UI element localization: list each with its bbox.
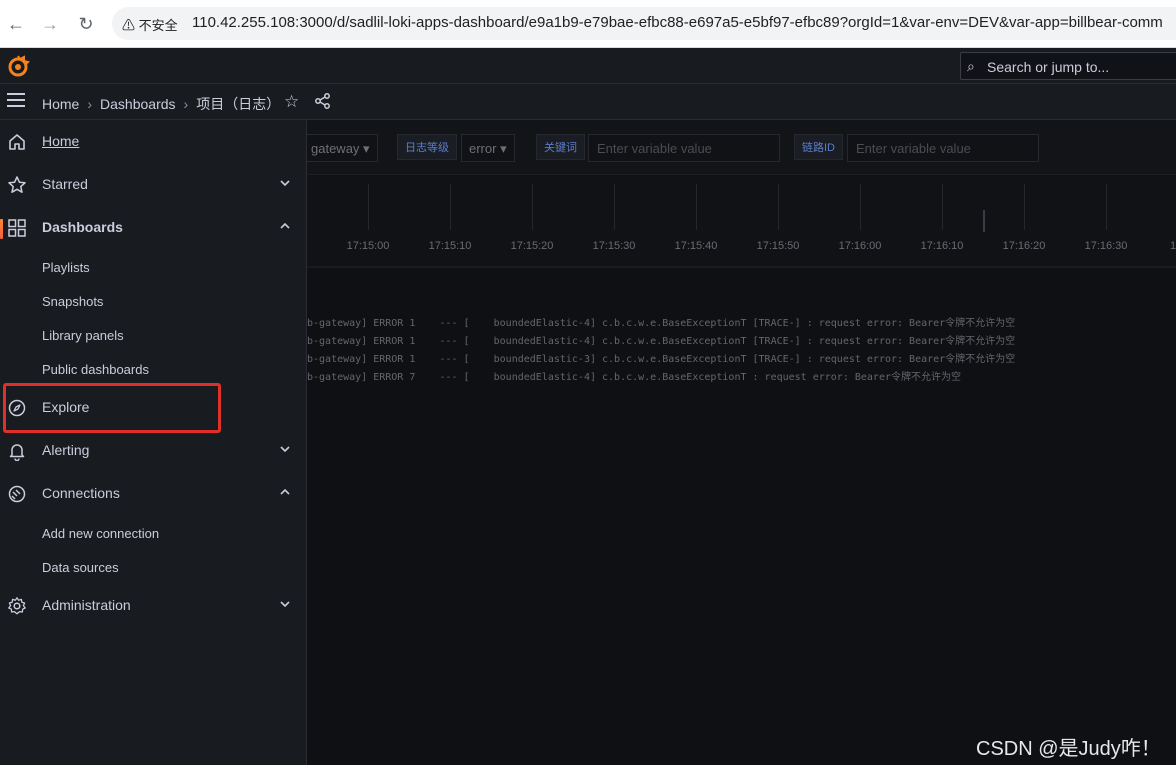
time-tick-label: 17:15:50 bbox=[756, 240, 800, 252]
breadcrumb: Home › Dashboards › 项目（日志） bbox=[42, 94, 280, 114]
watermark: CSDN @是Judy咋！ bbox=[976, 738, 1161, 760]
back-button[interactable]: ← bbox=[4, 12, 28, 36]
sidebar-menu: Home Starred Dashboards Playlists Snapsh… bbox=[0, 120, 307, 765]
active-indicator bbox=[0, 219, 3, 239]
level-variable-select[interactable]: error ▾ bbox=[461, 134, 515, 162]
breadcrumb-home[interactable]: Home bbox=[42, 96, 79, 112]
sidebar-item-label: Starred bbox=[42, 176, 88, 192]
search-box[interactable]: ⌕ Search or jump to... bbox=[960, 52, 1176, 80]
grid-line bbox=[942, 184, 943, 230]
time-tick-label: 17:16:00 bbox=[838, 240, 882, 252]
chevron-up-icon[interactable] bbox=[278, 219, 292, 233]
log-line[interactable]: b-gateway] ERROR 7 --- [ boundedElastic-… bbox=[307, 369, 1176, 387]
grid-line bbox=[450, 184, 451, 230]
sidebar-item-label: Alerting bbox=[42, 442, 90, 458]
sidebar-item-starred[interactable]: Starred bbox=[0, 167, 307, 203]
grid-line bbox=[1106, 184, 1107, 230]
url-text[interactable]: 110.42.255.108:3000/d/sadlil-loki-apps-d… bbox=[192, 14, 1163, 31]
apps-icon bbox=[8, 219, 26, 237]
time-tick-label: 17:16:10 bbox=[920, 240, 964, 252]
chevron-right-icon: › bbox=[183, 96, 189, 112]
trace-variable-input[interactable]: Enter variable value bbox=[847, 134, 1039, 162]
reload-button[interactable]: ↻ bbox=[74, 12, 98, 36]
address-bar[interactable]: ⚠ 不安全 110.42.255.108:3000/d/sadlil-loki-… bbox=[112, 7, 1176, 40]
sidebar-subitem-snapshots[interactable]: Snapshots bbox=[42, 294, 103, 309]
time-tick-label: 17:15:40 bbox=[674, 240, 718, 252]
caret-down-icon: ▾ bbox=[363, 141, 370, 156]
menu-toggle-icon[interactable] bbox=[7, 93, 25, 107]
chevron-down-icon[interactable] bbox=[278, 597, 292, 611]
time-tick-label: 17:15:10 bbox=[428, 240, 472, 252]
log-volume-chart: 17:15:00 17:15:10 17:15:20 17:15:30 17:1… bbox=[307, 176, 1176, 268]
app-variable-value: gateway bbox=[311, 141, 360, 156]
log-line[interactable]: b-gateway] ERROR 1 --- [ boundedElastic-… bbox=[307, 315, 1176, 333]
time-tick-label: 17:16:30 bbox=[1084, 240, 1128, 252]
grid-line bbox=[778, 184, 779, 230]
sidebar-subitem-playlists[interactable]: Playlists bbox=[42, 260, 90, 275]
sidebar-item-label: Connections bbox=[42, 485, 120, 501]
breadcrumb-bar: Home › Dashboards › 项目（日志） ☆ bbox=[0, 84, 1176, 120]
chevron-down-icon[interactable] bbox=[278, 176, 292, 190]
grid-line bbox=[1024, 184, 1025, 230]
caret-down-icon: ▾ bbox=[500, 141, 507, 156]
sidebar-subitem-public-dashboards[interactable]: Public dashboards bbox=[42, 362, 149, 377]
time-tick-label: 17:15:00 bbox=[346, 240, 390, 252]
sidebar-item-label: Home bbox=[42, 133, 80, 149]
sidebar-subitem-library-panels[interactable]: Library panels bbox=[42, 328, 124, 343]
insecure-label: 不安全 bbox=[138, 18, 178, 33]
time-tick-label: 17:15:30 bbox=[592, 240, 636, 252]
browser-toolbar: ← → ↻ ⚠ 不安全 110.42.255.108:3000/d/sadlil… bbox=[0, 0, 1176, 48]
grafana-topbar: ⌕ Search or jump to... bbox=[0, 48, 1176, 84]
grid-line bbox=[368, 184, 369, 230]
highlight-annotation bbox=[3, 383, 221, 433]
security-indicator[interactable]: ⚠ 不安全 bbox=[122, 15, 178, 34]
sidebar-item-home[interactable]: Home bbox=[0, 124, 307, 160]
forward-button[interactable]: → bbox=[38, 12, 62, 36]
dashboard-content: gateway ▾ 日志等级 error ▾ 关键词 Enter variabl… bbox=[307, 120, 1176, 765]
chevron-right-icon: › bbox=[87, 96, 93, 112]
search-icon: ⌕ bbox=[967, 58, 975, 74]
sidebar-item-label: Dashboards bbox=[42, 219, 123, 235]
sidebar-subitem-add-new-connection[interactable]: Add new connection bbox=[42, 526, 159, 541]
warning-icon: ⚠ bbox=[122, 18, 136, 33]
breadcrumb-current: 项目（日志） bbox=[196, 96, 281, 112]
sidebar-item-dashboards[interactable]: Dashboards bbox=[0, 210, 307, 246]
sidebar-item-administration[interactable]: Administration bbox=[0, 588, 307, 624]
bell-icon bbox=[9, 444, 25, 461]
log-line[interactable]: b-gateway] ERROR 1 --- [ boundedElastic-… bbox=[307, 351, 1176, 369]
breadcrumb-dashboards[interactable]: Dashboards bbox=[100, 96, 176, 112]
sidebar-item-label: Administration bbox=[42, 597, 131, 613]
grid-line bbox=[696, 184, 697, 230]
grid-line bbox=[614, 184, 615, 230]
log-lines: b-gateway] ERROR 1 --- [ boundedElastic-… bbox=[307, 315, 1176, 387]
keyword-variable-label: 关键词 bbox=[536, 134, 585, 160]
cog-icon bbox=[8, 597, 26, 615]
grafana-logo-icon[interactable] bbox=[6, 54, 30, 78]
trace-variable-label: 链路ID bbox=[794, 134, 843, 160]
home-icon bbox=[9, 134, 25, 150]
sidebar-item-alerting[interactable]: Alerting bbox=[0, 433, 307, 469]
favorite-star-icon[interactable]: ☆ bbox=[284, 92, 299, 112]
keyword-variable-input[interactable]: Enter variable value bbox=[588, 134, 780, 162]
log-line[interactable]: b-gateway] ERROR 1 --- [ boundedElastic-… bbox=[307, 333, 1176, 351]
grid-line bbox=[860, 184, 861, 230]
level-variable-label: 日志等级 bbox=[397, 134, 457, 160]
log-volume-bar bbox=[983, 210, 985, 232]
sidebar-subitem-data-sources[interactable]: Data sources bbox=[42, 560, 119, 575]
variables-bar: gateway ▾ 日志等级 error ▾ 关键词 Enter variabl… bbox=[307, 120, 1176, 175]
chevron-down-icon[interactable] bbox=[278, 442, 292, 456]
time-tick-label: 1 bbox=[1169, 240, 1176, 252]
chevron-up-icon[interactable] bbox=[278, 485, 292, 499]
level-variable-value: error bbox=[469, 141, 497, 156]
share-icon[interactable] bbox=[314, 92, 332, 110]
sidebar-item-connections[interactable]: Connections bbox=[0, 476, 307, 512]
search-placeholder: Search or jump to... bbox=[987, 59, 1110, 75]
plug-icon bbox=[8, 485, 26, 503]
star-icon bbox=[8, 176, 26, 193]
time-tick-label: 17:16:20 bbox=[1002, 240, 1046, 252]
app-variable-select[interactable]: gateway ▾ bbox=[307, 134, 378, 162]
grid-line bbox=[532, 184, 533, 230]
time-tick-label: 17:15:20 bbox=[510, 240, 554, 252]
